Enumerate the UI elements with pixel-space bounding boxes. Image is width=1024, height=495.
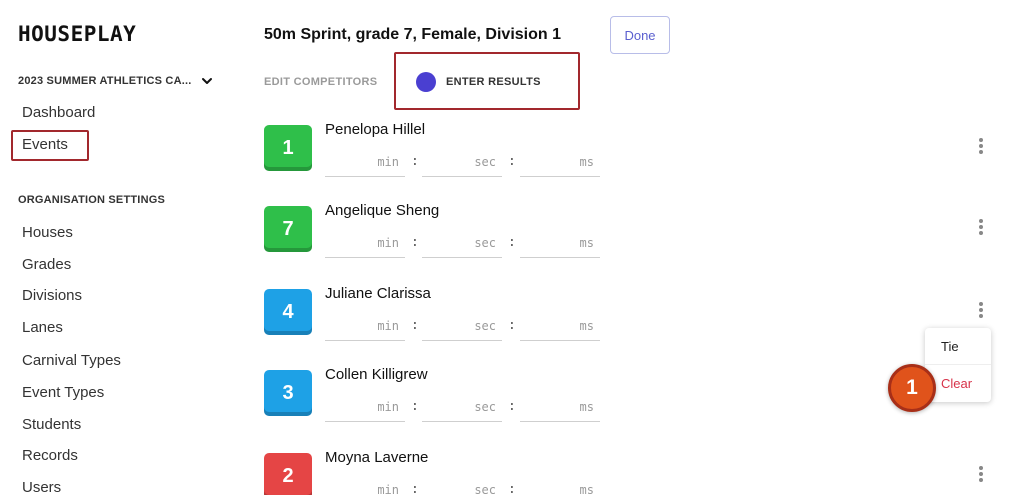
sidebar: HOUSEPLAY 2023 SUMMER ATHLETICS CA... Da…: [0, 0, 240, 495]
time-separator: :: [411, 482, 419, 495]
sidebar-item-users[interactable]: Users: [22, 479, 61, 495]
time-separator: :: [508, 235, 516, 250]
carnival-selector[interactable]: 2023 SUMMER ATHLETICS CA...: [18, 75, 213, 87]
competitor-name: Penelopa Hillel: [325, 121, 426, 138]
time-separator: :: [508, 482, 516, 495]
time-separator: :: [508, 399, 516, 414]
sidebar-item-grades[interactable]: Grades: [22, 256, 71, 273]
time-separator: :: [411, 235, 419, 250]
seconds-input[interactable]: [422, 392, 502, 422]
milliseconds-input[interactable]: [520, 475, 600, 495]
tab-edit-competitors[interactable]: EDIT COMPETITORS: [264, 76, 377, 88]
milliseconds-input[interactable]: [520, 228, 600, 258]
more-options-icon[interactable]: [974, 299, 988, 321]
sidebar-item-carnival-types[interactable]: Carnival Types: [22, 352, 121, 369]
competitor-row: 7 Angelique Sheng : :: [264, 202, 1004, 262]
time-separator: :: [508, 318, 516, 333]
highlight-box-enter-results: [394, 52, 580, 110]
competitor-name: Collen Killigrew: [325, 366, 428, 383]
time-separator: :: [411, 154, 419, 169]
competitor-name: Juliane Clarissa: [325, 285, 431, 302]
lane-badge: 2: [264, 453, 312, 495]
more-options-icon[interactable]: [974, 463, 988, 485]
more-options-icon[interactable]: [974, 135, 988, 157]
time-separator: :: [411, 318, 419, 333]
competitor-row: 2 Moyna Laverne : :: [264, 449, 1004, 495]
sidebar-item-students[interactable]: Students: [22, 416, 81, 433]
minutes-input[interactable]: [325, 311, 405, 341]
sidebar-item-event-types[interactable]: Event Types: [22, 384, 104, 401]
milliseconds-input[interactable]: [520, 147, 600, 177]
competitor-row: 4 Juliane Clarissa : :: [264, 285, 1004, 345]
lane-badge: 7: [264, 206, 312, 252]
competitor-name: Angelique Sheng: [325, 202, 440, 219]
minutes-input[interactable]: [325, 228, 405, 258]
seconds-input[interactable]: [422, 311, 502, 341]
minutes-input[interactable]: [325, 475, 405, 495]
seconds-input[interactable]: [422, 147, 502, 177]
minutes-input[interactable]: [325, 147, 405, 177]
lane-badge: 1: [264, 125, 312, 171]
seconds-input[interactable]: [422, 228, 502, 258]
competitor-name: Moyna Laverne: [325, 449, 429, 466]
sidebar-item-dashboard[interactable]: Dashboard: [22, 104, 95, 121]
carnival-label: 2023 SUMMER ATHLETICS CA...: [18, 75, 192, 87]
page-title: 50m Sprint, grade 7, Female, Division 1: [264, 26, 561, 43]
lane-badge: 4: [264, 289, 312, 335]
menu-item-tie[interactable]: Tie: [925, 328, 991, 365]
milliseconds-input[interactable]: [520, 392, 600, 422]
step-marker-badge: 1: [888, 364, 936, 412]
time-separator: :: [508, 154, 516, 169]
minutes-input[interactable]: [325, 392, 405, 422]
time-separator: :: [411, 399, 419, 414]
seconds-input[interactable]: [422, 475, 502, 495]
done-button[interactable]: Done: [610, 16, 670, 54]
sidebar-item-divisions[interactable]: Divisions: [22, 287, 82, 304]
brand-logo[interactable]: HOUSEPLAY: [18, 22, 136, 46]
more-options-icon[interactable]: [974, 216, 988, 238]
lane-badge: 3: [264, 370, 312, 416]
highlight-box-events: [11, 130, 89, 161]
organisation-settings-heading: ORGANISATION SETTINGS: [18, 194, 166, 206]
sidebar-item-records[interactable]: Records: [22, 447, 78, 464]
competitor-row: 1 Penelopa Hillel : :: [264, 121, 1004, 181]
chevron-down-icon: [202, 78, 213, 84]
milliseconds-input[interactable]: [520, 311, 600, 341]
sidebar-item-lanes[interactable]: Lanes: [22, 319, 63, 336]
sidebar-item-houses[interactable]: Houses: [22, 224, 73, 241]
